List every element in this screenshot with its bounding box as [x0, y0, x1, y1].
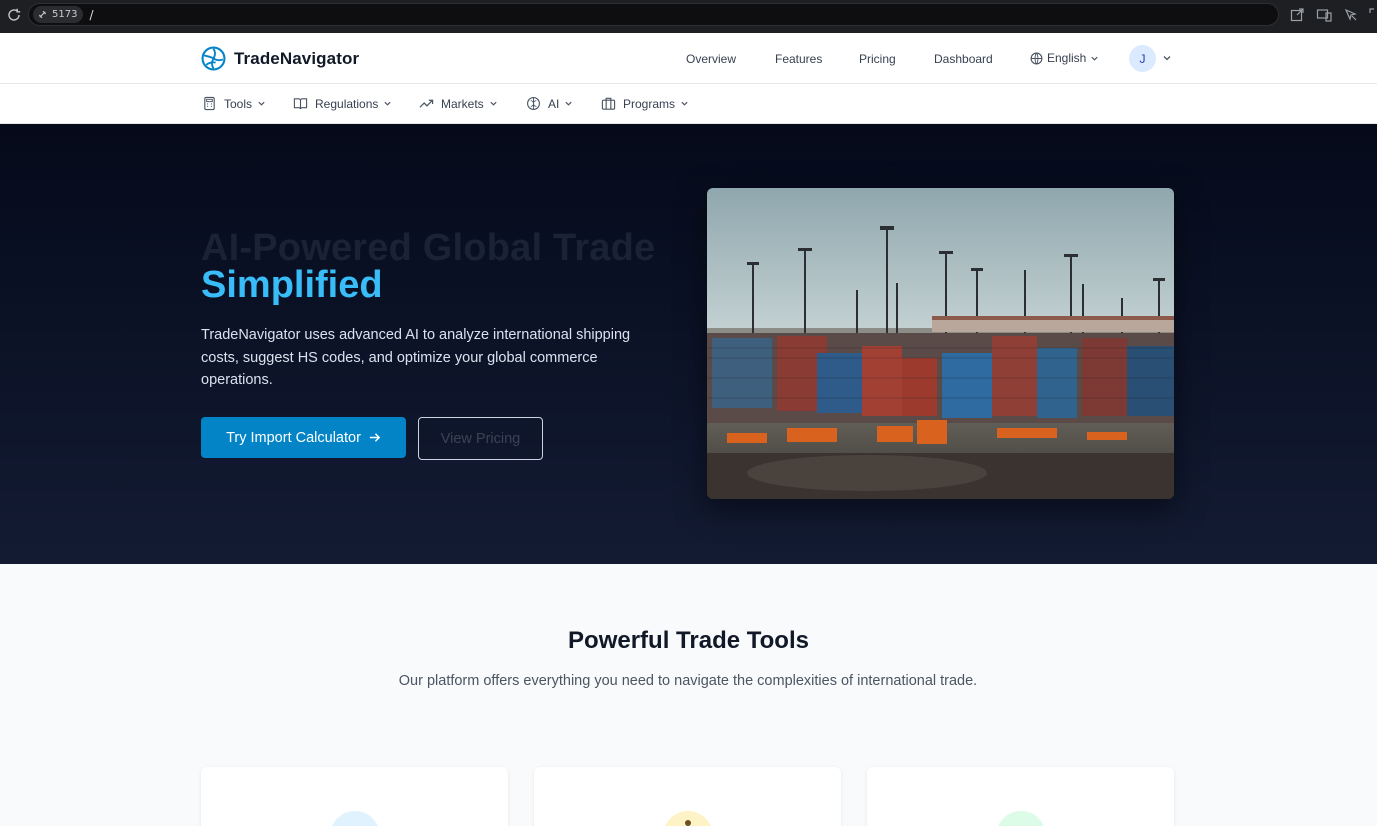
tool-card-icon [996, 811, 1046, 826]
subnav-label: Tools [224, 96, 253, 111]
url-path: / [89, 7, 94, 22]
chevron-down-icon [1091, 56, 1098, 61]
address-bar[interactable]: 5173 / [28, 3, 1279, 26]
calculator-icon [204, 96, 215, 111]
user-avatar[interactable]: J [1129, 45, 1156, 72]
subnav-ai[interactable]: AI [526, 96, 573, 111]
globe-logo-icon [201, 46, 226, 71]
nav-pricing[interactable]: Pricing [859, 52, 896, 66]
inspect-icon[interactable] [1343, 7, 1359, 23]
hero-title-highlight: Simplified [201, 264, 383, 306]
port-label: 5173 [52, 9, 78, 20]
port-photo [707, 188, 1174, 499]
device-toggle-icon[interactable] [1316, 7, 1332, 23]
tool-card-glyph-icon [685, 820, 691, 826]
brain-icon [527, 97, 540, 110]
open-external-icon[interactable] [1289, 7, 1305, 23]
nav-features[interactable]: Features [775, 52, 822, 66]
subnav-regulations[interactable]: Regulations [293, 96, 392, 111]
tool-card[interactable] [201, 767, 508, 826]
tool-card-icon [330, 811, 380, 826]
book-icon [293, 98, 308, 110]
nav-overview[interactable]: Overview [686, 52, 736, 66]
chevron-down-icon [384, 101, 391, 106]
tool-card[interactable] [534, 767, 841, 826]
language-label: English [1047, 51, 1087, 65]
top-navigation: TradeNavigator Overview Features Pricing… [0, 33, 1377, 84]
try-import-calculator-button[interactable]: Try Import Calculator [201, 417, 406, 458]
briefcase-icon [601, 97, 616, 110]
brand-logo[interactable]: TradeNavigator [201, 46, 359, 71]
browser-toolbar: 5173 / [0, 0, 1377, 33]
site-info-chip[interactable]: 5173 [33, 6, 84, 23]
chevron-down-icon [258, 101, 265, 106]
nav-dashboard[interactable]: Dashboard [934, 52, 993, 66]
section-title: Powerful Trade Tools [568, 627, 809, 654]
subnav-label: AI [548, 96, 560, 111]
hero-description: TradeNavigator uses advanced AI to analy… [201, 327, 631, 388]
view-pricing-button[interactable]: View Pricing [418, 417, 543, 460]
secondary-navigation: Tools Regulations Markets AI Programs [0, 84, 1377, 124]
section-subtitle: Our platform offers everything you need … [398, 673, 978, 689]
chevron-down-icon [565, 101, 572, 106]
brand-name: TradeNavigator [234, 48, 360, 68]
chevron-down-icon [490, 101, 497, 106]
reload-icon[interactable] [6, 7, 22, 23]
subnav-programs[interactable]: Programs [601, 96, 689, 111]
subnav-label: Regulations [315, 96, 379, 111]
tool-card[interactable] [867, 767, 1174, 826]
expand-icon[interactable] [1368, 7, 1377, 23]
subnav-label: Markets [441, 96, 484, 111]
connection-icon [38, 10, 47, 19]
arrow-right-icon [369, 433, 381, 442]
hero-image [707, 188, 1174, 499]
subnav-tools[interactable]: Tools [202, 96, 266, 111]
globe-icon [1030, 52, 1043, 64]
language-selector[interactable]: English [1030, 51, 1099, 65]
trending-up-icon [419, 99, 434, 108]
hero-section: AI-Powered Global Trade Simplified Trade… [0, 124, 1377, 564]
chevron-down-icon [681, 101, 688, 106]
button-label: Try Import Calculator [226, 429, 361, 446]
subnav-label: Programs [623, 96, 676, 111]
subnav-markets[interactable]: Markets [419, 96, 498, 111]
chevron-down-icon[interactable] [1162, 53, 1172, 63]
